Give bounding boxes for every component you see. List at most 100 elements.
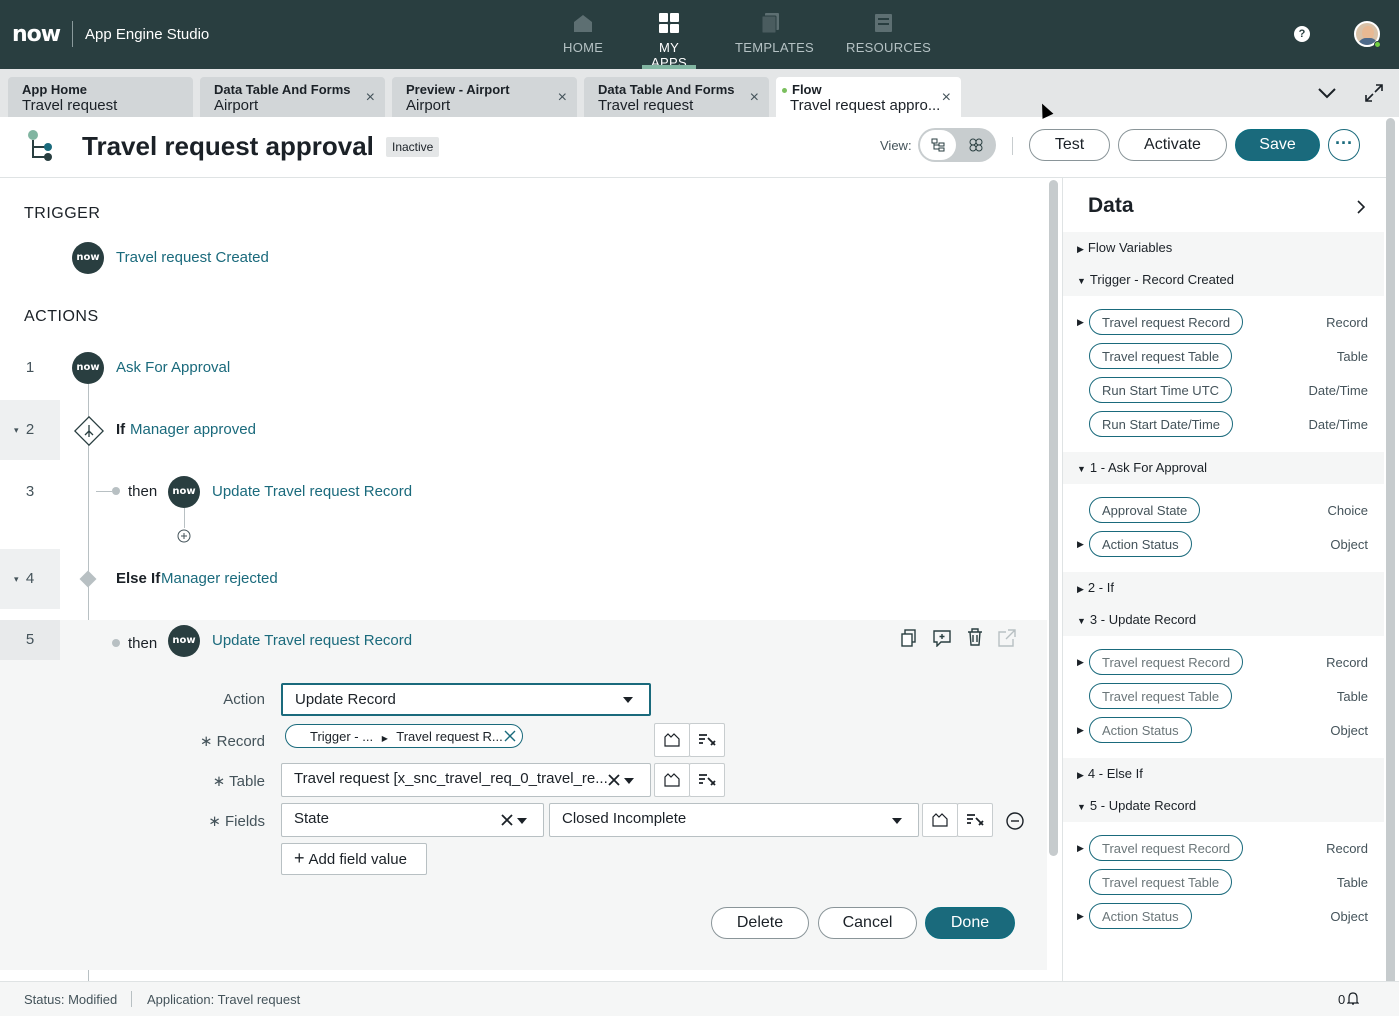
servicenow-logo[interactable]: now xyxy=(12,22,61,47)
add-field-value-button[interactable]: + Add field value xyxy=(281,843,427,875)
data-section-update-record-5[interactable]: ▼ 5 - Update Record xyxy=(1063,790,1384,822)
app-name[interactable]: App Engine Studio xyxy=(85,26,209,43)
data-pill[interactable]: Travel request Record xyxy=(1089,309,1244,335)
data-section-else-if[interactable]: ▶ 4 - Else If xyxy=(1063,758,1384,790)
clear-icon[interactable] xyxy=(608,774,620,786)
data-pill-picker-icon[interactable] xyxy=(654,723,690,757)
remove-field-icon[interactable] xyxy=(1006,812,1024,830)
page-title: Travel request approval xyxy=(82,131,374,161)
more-options-button[interactable]: ··· xyxy=(1328,129,1360,161)
section-title: Trigger - Record Created xyxy=(1089,272,1234,287)
data-pill[interactable]: Run Start Date/Time xyxy=(1089,411,1234,437)
nav-resources[interactable]: RESOURCES xyxy=(846,12,931,55)
close-icon[interactable]: × xyxy=(942,89,951,107)
caret-right-icon[interactable]: ▶ xyxy=(1077,539,1084,550)
script-toggle-icon[interactable] xyxy=(957,803,993,837)
view-toggle[interactable] xyxy=(918,128,996,162)
trigger-link[interactable]: Travel request Created xyxy=(116,249,269,266)
data-pill[interactable]: Run Start Time UTC xyxy=(1089,377,1233,403)
data-pill[interactable]: Travel request Record xyxy=(1089,835,1244,861)
add-step-icon[interactable] xyxy=(177,529,191,543)
data-type: Record xyxy=(1326,315,1368,330)
nav-resources-label: RESOURCES xyxy=(846,40,932,55)
data-pill[interactable]: Travel request Table xyxy=(1089,343,1233,369)
tab-data-table-travel[interactable]: Data Table And Forms Travel request × xyxy=(584,77,769,117)
tab-preview-airport[interactable]: Preview - Airport Airport × xyxy=(392,77,577,117)
test-button[interactable]: Test xyxy=(1029,129,1110,161)
help-icon[interactable]: ? xyxy=(1294,26,1310,42)
branch-connector xyxy=(184,508,185,528)
diagram-view-icon[interactable] xyxy=(958,130,994,160)
script-toggle-icon[interactable] xyxy=(689,723,725,757)
data-pill[interactable]: Action Status xyxy=(1089,717,1192,743)
field-value-select[interactable]: Closed Incomplete xyxy=(549,803,919,837)
data-section-trigger[interactable]: ▼ Trigger - Record Created xyxy=(1063,264,1384,296)
action-select[interactable]: Update Record xyxy=(281,683,651,716)
data-section-flow-variables[interactable]: ▶ Flow Variables xyxy=(1063,232,1384,264)
chevron-down-icon[interactable] xyxy=(1317,87,1337,99)
close-icon[interactable]: × xyxy=(750,89,759,107)
action-link-update-record-5[interactable]: Update Travel request Record xyxy=(212,632,412,649)
clear-icon[interactable] xyxy=(501,814,513,826)
copy-icon[interactable] xyxy=(901,629,917,647)
collapse-caret-icon[interactable]: ▾ xyxy=(14,400,19,460)
caret-right-icon: ▶ xyxy=(1077,584,1084,594)
nav-my-apps[interactable]: MY APPS xyxy=(642,12,696,70)
close-icon[interactable]: × xyxy=(558,89,567,107)
tab-flow[interactable]: Flow Travel request appro... × xyxy=(776,77,961,117)
data-pill[interactable]: Action Status xyxy=(1089,531,1192,557)
action-link-ask-approval[interactable]: Ask For Approval xyxy=(116,359,230,376)
nav-home[interactable]: HOME xyxy=(563,12,603,55)
open-external-icon[interactable] xyxy=(998,629,1016,647)
caret-right-icon[interactable]: ▶ xyxy=(1077,317,1084,328)
else-if-diamond-icon xyxy=(79,570,97,588)
data-pill[interactable]: Approval State xyxy=(1089,497,1201,523)
condition-link-approved[interactable]: Manager approved xyxy=(130,421,256,438)
notification-count[interactable]: 0 xyxy=(1338,992,1345,1007)
data-pill[interactable]: Travel request Table xyxy=(1089,683,1233,709)
condition-link-rejected[interactable]: Manager rejected xyxy=(161,570,278,587)
trigger-heading: TRIGGER xyxy=(24,205,101,222)
else-if-keyword: Else If xyxy=(116,570,161,587)
trash-icon[interactable] xyxy=(967,628,983,646)
chevron-right-icon[interactable] xyxy=(1357,200,1365,214)
expand-icon[interactable] xyxy=(1364,83,1384,103)
caret-right-icon[interactable]: ▶ xyxy=(1077,843,1084,854)
activate-button[interactable]: Activate xyxy=(1118,129,1227,161)
table-select[interactable]: Travel request [x_snc_travel_req_0_trave… xyxy=(281,763,651,797)
comment-icon[interactable] xyxy=(933,629,951,647)
remove-pill-icon[interactable] xyxy=(504,730,516,742)
caret-right-icon[interactable]: ▶ xyxy=(1077,657,1084,668)
data-pill[interactable]: Action Status xyxy=(1089,903,1192,929)
caret-right-icon[interactable]: ▶ xyxy=(1077,725,1084,736)
cancel-button[interactable]: Cancel xyxy=(818,907,917,939)
done-button[interactable]: Done xyxy=(925,907,1015,939)
caret-right-icon: ▶ xyxy=(1077,770,1084,780)
tab-app-home[interactable]: App Home Travel request xyxy=(8,77,193,117)
data-pill[interactable]: Travel request Table xyxy=(1089,869,1233,895)
tree-view-icon[interactable] xyxy=(920,130,956,160)
tab-data-table-airport[interactable]: Data Table And Forms Airport × xyxy=(200,77,385,117)
save-button[interactable]: Save xyxy=(1235,129,1320,161)
record-data-pill[interactable]: Trigger - ... ▶ Travel request R... xyxy=(285,724,523,748)
collapse-caret-icon[interactable]: ▾ xyxy=(14,549,19,609)
templates-icon xyxy=(761,13,779,34)
field-name-select[interactable]: State xyxy=(281,803,544,837)
page-scrollbar[interactable] xyxy=(1386,118,1395,988)
data-pill-picker-icon[interactable] xyxy=(654,763,690,797)
canvas-scrollbar[interactable] xyxy=(1049,180,1058,856)
table-label-text: Table xyxy=(229,773,265,790)
data-type: Date/Time xyxy=(1308,383,1368,398)
data-pill-picker-icon[interactable] xyxy=(922,803,958,837)
data-section-if[interactable]: ▶ 2 - If xyxy=(1063,572,1384,604)
caret-right-icon[interactable]: ▶ xyxy=(1077,911,1084,922)
nav-templates[interactable]: TEMPLATES xyxy=(735,12,814,55)
delete-button[interactable]: Delete xyxy=(711,907,809,939)
data-section-update-record-3[interactable]: ▼ 3 - Update Record xyxy=(1063,604,1384,636)
data-section-ask-approval[interactable]: ▼ 1 - Ask For Approval xyxy=(1063,452,1384,484)
data-pill[interactable]: Travel request Record xyxy=(1089,649,1244,675)
action-link-update-record[interactable]: Update Travel request Record xyxy=(212,483,412,500)
script-toggle-icon[interactable] xyxy=(689,763,725,797)
bell-icon[interactable] xyxy=(1347,992,1359,1006)
close-icon[interactable]: × xyxy=(366,89,375,107)
